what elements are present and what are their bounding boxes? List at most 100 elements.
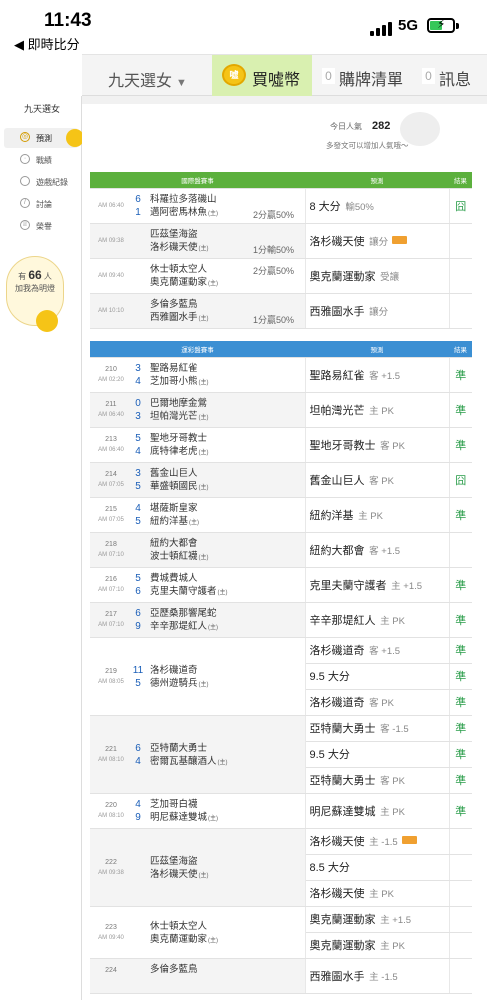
home-marker: (主) bbox=[208, 625, 219, 631]
game-number: 211 bbox=[105, 401, 117, 408]
away-team: 巴爾地摩金鶯 bbox=[150, 398, 208, 409]
score: 45 bbox=[130, 502, 146, 528]
buy-coins-button[interactable]: 噓 買噓幣 bbox=[212, 55, 312, 96]
away-team: 芝加哥白襪 bbox=[150, 799, 198, 810]
away-score: 6 bbox=[135, 742, 141, 754]
col-result: 結果 bbox=[449, 341, 472, 358]
prediction[interactable]: 奧克蘭運動家 主 +1.5 bbox=[305, 906, 449, 933]
result: 準 bbox=[448, 741, 472, 768]
result bbox=[448, 854, 472, 881]
prediction[interactable]: 明尼蘇達雙城 主 PK bbox=[305, 793, 449, 829]
game-info[interactable]: 224 多倫多藍鳥 bbox=[90, 958, 306, 994]
game-number: 221 bbox=[105, 745, 117, 753]
sidebar-item-game-log[interactable]: 遊戲紀錄 bbox=[4, 172, 78, 192]
game-number: 219 bbox=[105, 667, 117, 675]
prediction[interactable]: 洛杉磯天使 讓分 bbox=[305, 223, 449, 259]
prediction[interactable]: 8 大分 輸50% bbox=[305, 188, 449, 224]
game-info[interactable]: 221 AM 08:10 6 4 亞特蘭大勇士 密爾瓦基釀酒人(主) bbox=[90, 715, 306, 794]
game-info[interactable]: 211 AM 06:40 0 3 巴爾地摩金鶯 坦帕灣光芒(主) bbox=[90, 392, 306, 428]
away-score: 3 bbox=[135, 363, 141, 374]
game-info[interactable]: 214 AM 07:05 3 5 舊金山巨人 華盛頓國民(主) bbox=[90, 462, 306, 498]
score: 61 bbox=[130, 193, 146, 219]
game-info[interactable]: 219 AM 08:05 11 5 洛杉磯道奇 德州遊騎兵(主) bbox=[90, 637, 306, 716]
game-number-time: 216 AM 07:10 bbox=[92, 575, 130, 595]
score: 54 bbox=[130, 432, 146, 458]
game-info[interactable]: 217 AM 07:10 6 9 亞歷桑那響尾蛇 辛辛那堤紅人(主) bbox=[90, 602, 306, 638]
game-info[interactable]: 213 AM 06:40 5 4 聖地牙哥教士 底特律老虎(主) bbox=[90, 427, 306, 463]
home-team: 辛辛那堤紅人(主) bbox=[150, 620, 218, 635]
game-info[interactable]: AM 10:10 多倫多藍鳥 西雅圖水手(主) 1分贏50% bbox=[90, 293, 306, 329]
away-team: 休士頓太空人 bbox=[150, 920, 208, 932]
back-link[interactable]: ◀ 即時比分 bbox=[14, 34, 80, 53]
game-info[interactable]: 216 AM 07:10 5 6 費城費城人 克里夫蘭守護者(主) bbox=[90, 567, 306, 603]
table-row: 214 AM 07:05 3 5 舊金山巨人 華盛頓國民(主) 舊金山巨人 客 PK 囧 bbox=[90, 462, 472, 498]
prediction-type: 客 PK bbox=[366, 475, 394, 487]
prediction[interactable]: 紐約洋基 主 PK bbox=[305, 497, 449, 533]
away-score: 3 bbox=[135, 468, 141, 479]
game-number: 218 bbox=[105, 541, 117, 548]
sidebar-item-predict[interactable]: ◎ 預測 bbox=[4, 128, 84, 148]
prediction[interactable]: 亞特蘭大勇士 客 -1.5 bbox=[305, 715, 449, 742]
home-team: 芝加哥小熊(主) bbox=[150, 375, 209, 390]
cart-link[interactable]: 購牌清單 bbox=[339, 66, 403, 90]
coin-icon: 噓 bbox=[222, 64, 246, 86]
home-marker: (主) bbox=[208, 211, 219, 217]
game-time: AM 09:38 bbox=[98, 238, 124, 244]
game-info[interactable]: 220 AM 08:10 4 9 芝加哥白襪 明尼蘇達雙城(主) bbox=[90, 793, 306, 829]
home-team: 坦帕灣光芒(主) bbox=[150, 410, 209, 425]
home-marker: (主) bbox=[217, 590, 228, 596]
sidebar-item-honor[interactable]: ♕ 榮譽 bbox=[4, 216, 78, 236]
game-info[interactable]: 215 AM 07:05 4 5 堪薩斯皇家 紐約洋基(主) bbox=[90, 497, 306, 533]
result bbox=[448, 223, 472, 259]
game-info[interactable]: 218 AM 07:10 紐約大都會 波士頓紅襪(主) bbox=[90, 532, 306, 568]
prediction[interactable]: 克里夫蘭守護者 主 +1.5 bbox=[305, 567, 449, 603]
team-selector[interactable]: 九天選女 ▼ bbox=[108, 67, 187, 91]
buy-coins-label: 買噓幣 bbox=[252, 72, 301, 89]
game-info[interactable]: AM 09:40 休士頓太空人 奧克蘭運動家(主) 2分贏50% bbox=[90, 258, 306, 294]
game-info[interactable]: AM 09:38 匹茲堡海盜 洛杉磯天使(主) 1分輸50% bbox=[90, 223, 306, 259]
prediction[interactable]: 亞特蘭大勇士 客 PK bbox=[305, 767, 449, 794]
game-time: AM 06:40 bbox=[98, 447, 124, 453]
prediction[interactable]: 西雅圖水手 主 -1.5 bbox=[305, 958, 449, 994]
home-score: 4 bbox=[135, 376, 141, 387]
result: 準 bbox=[448, 793, 472, 829]
prediction[interactable]: 洛杉磯天使 主 PK bbox=[305, 880, 449, 907]
prediction[interactable]: 奧克蘭運動家 主 PK bbox=[305, 932, 449, 959]
col-pred: 預測 bbox=[305, 172, 449, 189]
prediction[interactable]: 洛杉磯道奇 客 +1.5 bbox=[305, 637, 449, 664]
status-bar: 11:43 ◀ 即時比分 5G ⚡ bbox=[0, 0, 487, 52]
teams: 聖路易紅雀 芝加哥小熊(主) bbox=[150, 362, 209, 390]
prediction[interactable]: 紐約大都會 客 +1.5 bbox=[305, 532, 449, 568]
table-row: 213 AM 06:40 5 4 聖地牙哥教士 底特律老虎(主) 聖地牙哥教士 客 PK 準 bbox=[90, 427, 472, 463]
game-info[interactable]: AM 06:40 6 1 科羅拉多落磯山 邁阿密馬林魚(主) 2分贏50% bbox=[90, 188, 306, 224]
game-info[interactable]: 210 AM 02:20 3 4 聖路易紅雀 芝加哥小熊(主) bbox=[90, 357, 306, 393]
sidebar-item-discuss[interactable]: / 討論 bbox=[4, 194, 78, 214]
prediction-text: 紐約洋基 bbox=[309, 509, 354, 522]
sidebar-brand: 九天選女 bbox=[24, 104, 61, 114]
prediction[interactable]: 洛杉磯天使 主 -1.5 bbox=[305, 828, 449, 855]
prediction[interactable]: 洛杉磯道奇 客 PK bbox=[305, 689, 449, 716]
prediction[interactable]: 辛辛那堤紅人 主 PK bbox=[305, 602, 449, 638]
prediction[interactable]: 8.5 大分 bbox=[305, 854, 449, 881]
table-row: AM 10:10 多倫多藍鳥 西雅圖水手(主) 1分贏50% 西雅圖水手 讓分 bbox=[90, 293, 472, 329]
sidebar-item-record[interactable]: · 戰績 bbox=[4, 150, 78, 170]
game-number: 214 bbox=[105, 471, 117, 478]
prediction-type: 主 PK bbox=[355, 510, 383, 522]
away-score: 0 bbox=[135, 398, 141, 409]
prediction[interactable]: 奧克蘭運動家 受讓 bbox=[305, 258, 449, 294]
lightbulb-icon bbox=[36, 310, 58, 332]
prediction[interactable]: 舊金山巨人 客 PK bbox=[305, 462, 449, 498]
prediction[interactable]: 聖路易紅雀 客 +1.5 bbox=[305, 357, 449, 393]
prediction[interactable]: 9.5 大分 bbox=[305, 741, 449, 768]
messages-link[interactable]: 訊息 bbox=[439, 66, 471, 90]
prediction[interactable]: 9.5 大分 bbox=[305, 663, 449, 690]
prediction[interactable]: 坦帕灣光芒 主 PK bbox=[305, 392, 449, 428]
prediction[interactable]: 聖地牙哥教士 客 PK bbox=[305, 427, 449, 463]
prediction[interactable]: 西雅圖水手 讓分 bbox=[305, 293, 449, 329]
prediction-type: 主 PK bbox=[366, 405, 394, 417]
home-marker: (主) bbox=[208, 816, 219, 822]
game-number: 216 bbox=[105, 576, 117, 583]
game-info[interactable]: 223 AM 09:40 休士頓太空人 奧克蘭運動家(主) bbox=[90, 906, 306, 959]
away-score: 6 bbox=[135, 608, 141, 619]
game-info[interactable]: 222 AM 09:38 匹茲堡海盜 洛杉磯天使(主) bbox=[90, 828, 306, 907]
